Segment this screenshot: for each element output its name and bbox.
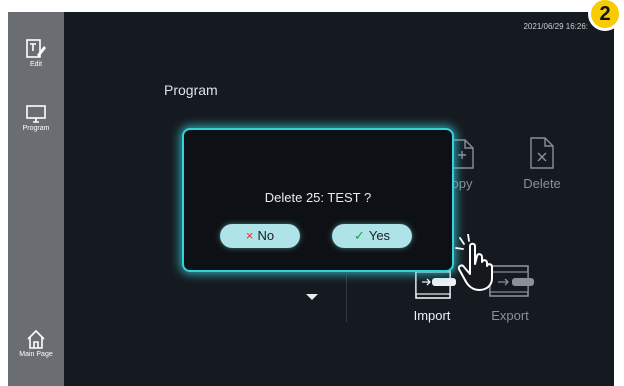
tile-label: Import <box>413 308 451 323</box>
monitor-icon <box>26 105 46 123</box>
home-icon <box>27 329 45 349</box>
dialog-message: Delete 25: TEST ? <box>264 190 372 205</box>
frame: Edit Program Main Page 2021/06/29 16:26:… <box>0 0 624 386</box>
sidebar-item-edit[interactable]: Edit <box>8 38 64 68</box>
delete-file-icon <box>530 137 554 169</box>
page-title: Program <box>164 82 218 98</box>
edit-icon <box>26 39 46 58</box>
step-number-badge: 2 <box>588 0 622 31</box>
sidebar-item-label: Main Page <box>19 351 53 358</box>
tile-label: Delete <box>523 176 561 191</box>
sidebar: Edit Program Main Page <box>8 12 64 386</box>
tap-hand-icon <box>455 234 493 291</box>
check-icon: ✓ <box>353 228 365 243</box>
delete-confirm-dialog: Delete 25: TEST ? × No ✓ Yes <box>182 128 454 272</box>
sidebar-item-main-page[interactable]: Main Page <box>8 328 64 358</box>
tile-label: Export <box>491 308 529 323</box>
divider <box>346 274 347 322</box>
timestamp: 2021/06/29 16:26: <box>523 22 588 31</box>
scroll-down-arrow-icon[interactable] <box>306 294 318 300</box>
yes-button[interactable]: ✓ Yes <box>332 224 412 248</box>
sidebar-item-label: Program <box>22 125 50 132</box>
delete-tile[interactable]: Delete <box>512 134 572 191</box>
no-button[interactable]: × No <box>220 224 300 248</box>
sidebar-item-label: Edit <box>29 61 43 68</box>
main-area: 2021/06/29 16:26: Program opy Delete Imp… <box>64 12 614 386</box>
no-button-label: No <box>257 228 275 243</box>
yes-button-label: Yes <box>368 228 391 243</box>
device-screen: Edit Program Main Page 2021/06/29 16:26:… <box>8 12 614 386</box>
close-icon: × <box>245 228 254 243</box>
sidebar-item-program[interactable]: Program <box>8 104 64 132</box>
